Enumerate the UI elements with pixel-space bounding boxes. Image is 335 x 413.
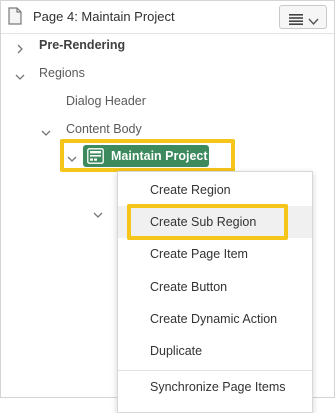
menu-item-create-region[interactable]: Create Region [118, 174, 312, 206]
chevron-down-icon[interactable] [93, 207, 103, 218]
chevron-right-icon[interactable] [15, 40, 25, 54]
menu-item-label: Create Region [150, 183, 231, 197]
tree-node-label: Pre-Rendering [39, 38, 126, 52]
page-title: Page 4: Maintain Project [33, 9, 175, 24]
menu-item-create-button[interactable]: Create Button [118, 271, 312, 303]
menu-item-label: Create Button [150, 280, 228, 294]
chevron-down-icon [308, 13, 319, 26]
menu-item-label: Create Page Item [150, 247, 248, 261]
tree-menu-button[interactable] [279, 5, 327, 29]
panel-header: Page 4: Maintain Project [1, 1, 334, 34]
chevron-down-icon[interactable] [15, 68, 25, 80]
highlight-outline [60, 139, 235, 172]
tree-node-dialog-header[interactable]: Dialog Header [66, 91, 146, 111]
highlight-outline [127, 204, 288, 240]
tree-node-label: Regions [39, 66, 85, 80]
menu-item-create-dynamic-action[interactable]: Create Dynamic Action [118, 303, 312, 335]
menu-item-synchronize-page-items[interactable]: Synchronize Page Items [118, 371, 312, 403]
menu-item-label: Duplicate [150, 344, 203, 358]
menu-item-duplicate[interactable]: Duplicate [118, 335, 312, 367]
chevron-down-icon[interactable] [41, 124, 51, 136]
tree-node-label: Dialog Header [66, 94, 146, 108]
menu-item-label: Create Dynamic Action [150, 312, 278, 326]
menu-item-create-page-item[interactable]: Create Page Item [118, 238, 312, 270]
menu-item-label: Synchronize Page Items [150, 380, 286, 394]
page-icon [8, 7, 22, 25]
page-designer-tree-panel: Page 4: Maintain Project Pre-Rendering R… [0, 0, 335, 413]
hamburger-icon [289, 12, 303, 25]
tree-node-label: Content Body [66, 122, 142, 136]
